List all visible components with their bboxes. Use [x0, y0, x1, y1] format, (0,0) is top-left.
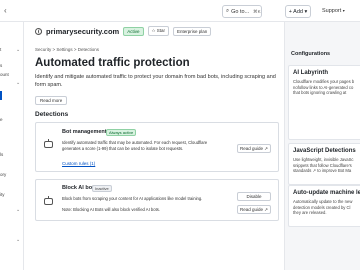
config-item-description: Use lightweight, invisible JavaSc snippe… [293, 157, 354, 174]
status-badge: Always active [106, 129, 137, 136]
config-item-description: Automatically update to the new detectio… [293, 199, 353, 216]
domain-name[interactable]: primarysecurity.com [46, 27, 119, 36]
disable-button[interactable]: Disable [237, 192, 271, 201]
config-item-auto-update[interactable]: Auto-update machine learn Automatically … [288, 185, 360, 227]
top-bar: ‹ ⌕ Go to... ⌘K + Add ▾ Support ▾ [0, 0, 360, 22]
support-menu[interactable]: Support ▾ [322, 8, 345, 14]
domain-header: primarysecurity.com Active ☆ Star Enterp… [35, 26, 212, 36]
chevron-left-icon[interactable]: ‹ [4, 6, 7, 15]
goto-shortcut: ⌘K [253, 8, 261, 14]
search-icon: ⌕ [226, 8, 230, 14]
status-badge: Inactive [92, 185, 112, 192]
sidebar-item-fragment[interactable]: ory [0, 172, 6, 177]
config-item-javascript-detections[interactable]: JavaScript Detections Use lightweight, i… [288, 143, 360, 185]
sidebar-item-fragment[interactable]: ity [0, 192, 5, 197]
section-heading-detections: Detections [35, 111, 69, 118]
support-label: Support [322, 8, 342, 14]
card-description: Identify automated traffic that may be a… [62, 140, 208, 151]
page-description: Identify and mitigate automated traffic … [35, 74, 276, 88]
sidebar-item-fragment[interactable]: ls [0, 152, 3, 157]
card-title: Bot management [62, 129, 107, 135]
sidebar-item-fragment[interactable]: ount [0, 72, 9, 77]
active-indicator [0, 91, 2, 100]
add-button[interactable]: + Add ▾ [285, 5, 311, 18]
chevron-down-icon[interactable]: ⌄ [16, 207, 20, 213]
chevron-down-icon[interactable]: ⌄ [16, 80, 20, 86]
config-item-title: AI Labyrinth [293, 70, 329, 76]
sidebar-item-fragment[interactable]: s [0, 63, 2, 68]
sidebar: t ⌄ s ount ⌄ e ls ory ity ⌄ ⌄ [0, 22, 24, 270]
status-badge: Active [123, 26, 144, 36]
card-description: Block bots from scraping your content fo… [62, 196, 203, 201]
read-guide-button[interactable]: Read guide ↗ [237, 144, 271, 153]
chevron-down-icon[interactable]: ⌄ [16, 237, 20, 243]
breadcrumb[interactable]: Security > Settings > Detections [35, 47, 99, 52]
sidebar-item-fragment[interactable]: t [0, 47, 1, 52]
read-guide-button[interactable]: Read guide ↗ [237, 205, 271, 214]
add-label: + Add ▾ [288, 8, 308, 15]
configurations-panel: Configurations AI Labyrinth Cloudflare m… [284, 22, 360, 270]
page-title: Automated traffic protection [35, 57, 190, 69]
robot-icon [44, 196, 53, 205]
star-button[interactable]: ☆ Star [147, 26, 170, 36]
card-note: Note: Blocking AI Bots will also block v… [62, 207, 160, 212]
chevron-down-icon: ▾ [342, 8, 345, 13]
bot-management-card: Bot management Always active Identify au… [35, 122, 279, 172]
read-more-button[interactable]: Read more [35, 96, 68, 105]
configurations-heading: Configurations [291, 51, 331, 57]
config-item-title: Auto-update machine learn [293, 190, 360, 196]
config-item-ai-labyrinth[interactable]: AI Labyrinth Cloudflare modifies your pa… [288, 65, 360, 140]
block-ai-bots-card: Block AI bots Inactive Block bots from s… [35, 179, 279, 221]
read-more-label: Read more [40, 98, 63, 103]
robot-icon [44, 139, 53, 148]
goto-search-button[interactable]: ⌕ Go to... ⌘K [222, 5, 262, 18]
plan-badge[interactable]: Enterprise plan [173, 26, 212, 36]
globe-icon [35, 27, 42, 35]
custom-rules-link[interactable]: Custom rules (1) [62, 161, 95, 166]
config-item-title: JavaScript Detections [293, 148, 356, 154]
sidebar-item-fragment[interactable]: e [0, 117, 3, 122]
goto-label: Go to... [231, 8, 250, 15]
chevron-down-icon[interactable]: ⌄ [16, 47, 20, 53]
config-item-description: Cloudflare modifies your pages b nofollo… [293, 79, 355, 96]
